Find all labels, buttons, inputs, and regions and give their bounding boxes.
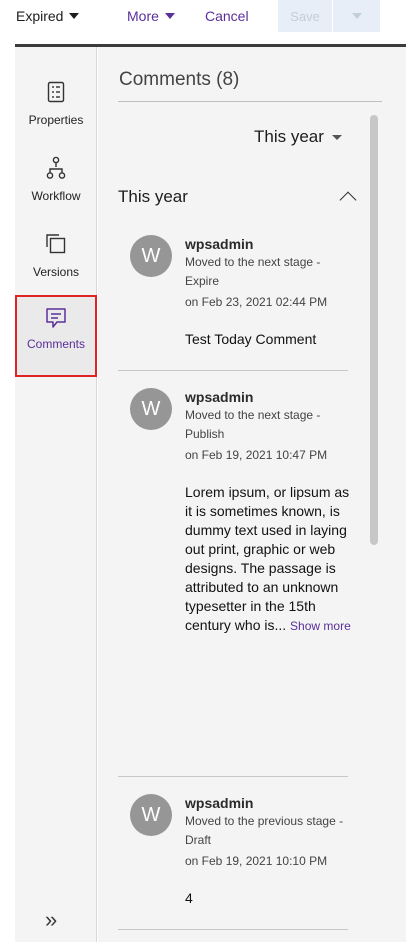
expand-rail-icon[interactable]: »: [45, 907, 57, 933]
rail-item-label: Properties: [28, 113, 84, 127]
caret-down-icon: [331, 134, 342, 140]
time-filter-dropdown[interactable]: This year: [254, 127, 342, 147]
comment-author: wpsadmin: [185, 389, 254, 405]
rail-item-label: Versions: [32, 265, 80, 279]
rail-item-workflow[interactable]: Workflow: [15, 151, 97, 223]
status-label: Expired: [16, 8, 64, 24]
comment-text-content: Lorem ipsum, or lipsum as it is sometime…: [185, 484, 350, 633]
show-more-link[interactable]: Show more: [290, 619, 351, 633]
status-dropdown[interactable]: Expired: [16, 6, 80, 26]
comment-action: Moved to the next stage - Publish: [185, 408, 321, 441]
workflow-icon: [44, 155, 68, 181]
more-label: More: [127, 8, 159, 24]
comment-date: on Feb 19, 2021 10:47 PM: [185, 448, 328, 462]
comment-action: Moved to the previous stage - Draft: [185, 814, 344, 847]
versions-icon: [44, 231, 68, 257]
comment-author: wpsadmin: [185, 236, 254, 252]
comment-text: 4: [185, 890, 193, 906]
comment-date: on Feb 23, 2021 02:44 PM: [185, 295, 328, 309]
caret-down-icon: [69, 13, 80, 19]
rail-item-versions[interactable]: Versions: [15, 227, 97, 299]
comment-text: Test Today Comment: [185, 331, 317, 347]
group-header[interactable]: This year: [118, 187, 358, 209]
comments-icon: [44, 305, 68, 331]
rail-item-comments[interactable]: Comments: [15, 295, 97, 377]
avatar: W: [130, 794, 172, 836]
rail-item-label: Comments: [26, 337, 85, 351]
comment-action: Moved to the next stage - Expire: [185, 255, 321, 288]
chevron-up-icon[interactable]: [339, 191, 357, 209]
comments-panel: Comments (8) This year This year W wpsad…: [98, 47, 406, 942]
filter-label: This year: [254, 127, 324, 146]
cancel-button[interactable]: Cancel: [205, 6, 249, 26]
rail-item-properties[interactable]: Properties: [15, 75, 97, 147]
scrollbar-thumb[interactable]: [370, 115, 378, 545]
caret-down-icon: [164, 13, 175, 19]
comment-divider: [118, 929, 348, 930]
toolbar: Expired More Cancel Save: [0, 0, 406, 44]
comment-text: Lorem ipsum, or lipsum as it is sometime…: [185, 483, 355, 636]
comment-author: wpsadmin: [185, 795, 254, 811]
avatar: W: [130, 235, 172, 277]
save-button[interactable]: Save: [278, 0, 332, 32]
properties-icon: [44, 79, 68, 105]
rail-item-label: Workflow: [31, 189, 81, 203]
save-options-button[interactable]: [333, 0, 380, 32]
title-divider: [118, 101, 382, 102]
side-rail: Properties Workflow Versions Comments »: [15, 47, 97, 942]
comment-divider: [118, 370, 348, 371]
more-menu-button[interactable]: More: [127, 6, 175, 26]
caret-down-icon: [351, 13, 362, 19]
comment-date: on Feb 19, 2021 10:10 PM: [185, 854, 328, 868]
comment-divider: [118, 776, 348, 777]
avatar: W: [130, 388, 172, 430]
panel-title: Comments (8): [119, 69, 240, 90]
group-label: This year: [118, 187, 188, 206]
